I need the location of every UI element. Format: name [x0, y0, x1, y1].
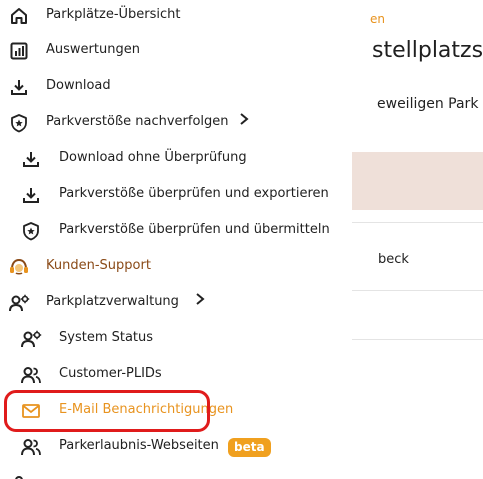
menu-item-label: Customer-PLIDs [59, 366, 162, 381]
divider [352, 222, 483, 223]
divider [352, 339, 483, 340]
menu-item-parkplatzverwaltung[interactable]: Parkplatzverwaltung [0, 285, 352, 321]
menu-item-download-ohne-ueberpruefung[interactable]: Download ohne Überprüfung [0, 141, 352, 177]
home-icon [8, 5, 30, 27]
download-icon [20, 148, 42, 170]
menu-item-label: Kunden-Support [46, 258, 151, 273]
menu-item-label: Parkverstöße überprüfen und exportieren [59, 186, 329, 201]
users-icon [20, 364, 42, 386]
download-icon [20, 184, 42, 206]
menu-item-ueberpruefen-uebermitteln[interactable]: Parkverstöße überprüfen und übermitteln [0, 213, 352, 249]
headset-icon [8, 256, 30, 278]
content-panel [352, 72, 483, 479]
menu-item-label: System Status [59, 330, 154, 345]
menu-item-label: Parkplatzverwaltung [46, 294, 179, 309]
menu-item-label: Download [46, 78, 111, 93]
chevron-right-icon[interactable] [238, 112, 250, 126]
sidebar-menu: Parkplätze-Übersicht Auswertungen Downlo… [0, 0, 352, 479]
menu-item-label: Parkverstöße nachverfolgen [46, 114, 229, 129]
menu-item-customer-plids[interactable]: Customer-PLIDs [0, 357, 352, 393]
menu-item-parkverstoesse-nachverfolgen[interactable]: Parkverstöße nachverfolgen [0, 105, 352, 141]
menu-item-label: Auswertungen [46, 42, 140, 57]
menu-item-label: Download ohne Überprüfung [59, 150, 247, 165]
page-title: stellplatzs [372, 38, 483, 63]
menu-item-auswertungen[interactable]: Auswertungen [0, 33, 352, 69]
menu-item-system-status[interactable]: System Status [0, 321, 352, 357]
page-description: eweiligen Park [377, 96, 479, 112]
shield-star-icon [20, 220, 42, 242]
menu-item-label: Parkerlaubnis-Webseiten [59, 438, 219, 453]
menu-item-ueberpruefen-exportieren[interactable]: Parkverstöße überprüfen und exportieren [0, 177, 352, 213]
menu-item-label: Parkplätze-Übersicht [46, 7, 181, 22]
menu-icon [8, 473, 30, 479]
breadcrumb[interactable]: en [370, 12, 385, 26]
menu-item-label: Parkverstöße überprüfen und übermitteln [59, 222, 330, 237]
info-banner [352, 152, 483, 210]
table-cell: beck [378, 252, 409, 267]
menu-item-download[interactable]: Download [0, 69, 352, 105]
menu-item-parkerlaubnis-webseiten[interactable]: Parkerlaubnis-Webseiten beta [0, 429, 352, 465]
divider [352, 290, 483, 291]
shield-star-icon [8, 112, 30, 134]
menu-item-partial[interactable] [0, 467, 352, 479]
chevron-right-icon[interactable] [194, 292, 206, 306]
bar-chart-icon [8, 40, 30, 62]
users-icon [20, 436, 42, 458]
beta-badge: beta [228, 438, 271, 457]
user-gear-icon [8, 292, 30, 314]
menu-item-parkplaetze-uebersicht[interactable]: Parkplätze-Übersicht [0, 0, 352, 34]
menu-item-kunden-support[interactable]: Kunden-Support [0, 249, 352, 285]
user-gear-icon [20, 328, 42, 350]
highlight-outline [4, 390, 210, 432]
download-icon [8, 76, 30, 98]
